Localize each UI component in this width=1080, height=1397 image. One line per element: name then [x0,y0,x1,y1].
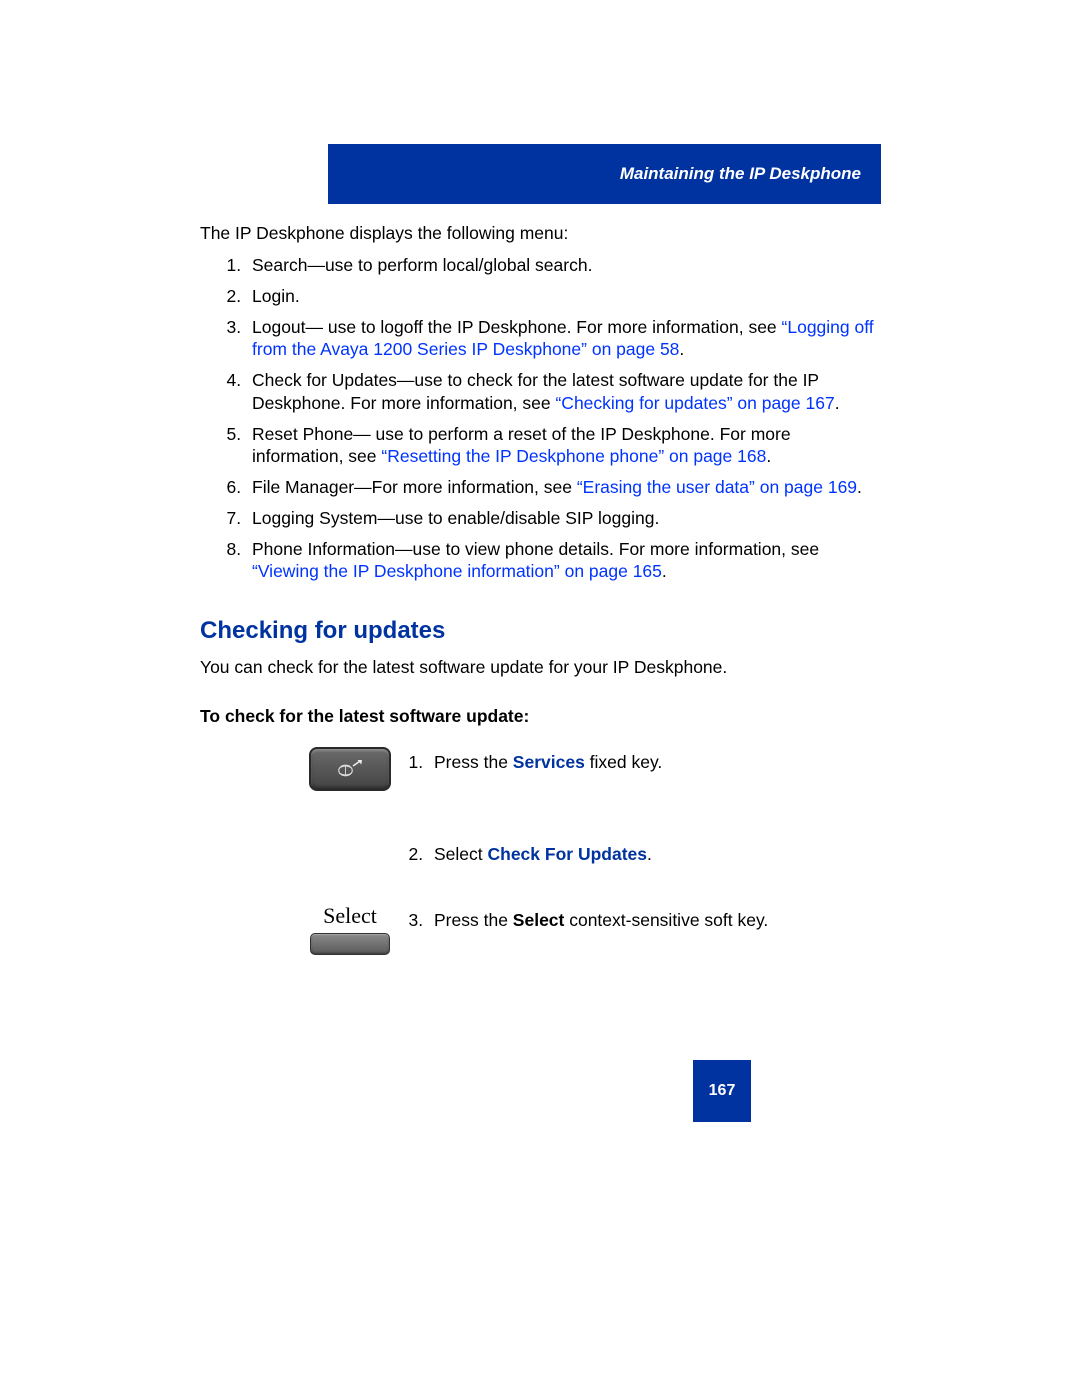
list-item: Search—use to perform local/global searc… [246,254,880,277]
item-text: Phone Information—use to view phone deta… [252,539,819,559]
globe-arrow-icon [335,758,365,780]
step-text-part: Press the [434,910,513,930]
select-softkey-icon [310,933,390,955]
step-text-part: context-sensitive soft key. [564,910,768,930]
item-text: Login. [252,286,300,306]
header-title: Maintaining the IP Deskphone [620,164,861,184]
item-text: . [835,393,840,413]
section-heading: Checking for updates [200,617,880,645]
step-row: Select Check For Updates. [200,843,880,867]
step-text: Press the Services fixed key. [400,751,880,775]
step-text-part: Select [434,844,488,864]
select-key-label: Select [323,903,377,929]
section-description: You can check for the latest software up… [200,657,880,678]
section-subheading: To check for the latest software update: [200,706,880,727]
menu-list: Search—use to perform local/global searc… [200,254,880,583]
list-item: Login. [246,285,880,308]
document-page: Maintaining the IP Deskphone The IP Desk… [0,0,1080,1397]
steps-area: Press the Services fixed key. Select Che… [200,751,880,955]
step-text-part: . [647,844,652,864]
item-text: File Manager—For more information, see [252,477,577,497]
step-list: Select Check For Updates. [400,843,880,867]
list-item: Reset Phone— use to perform a reset of t… [246,423,880,469]
services-key-icon [309,747,391,791]
header-bar: Maintaining the IP Deskphone [328,144,881,204]
step-list: Press the Select context-sensitive soft … [400,909,880,933]
item-text: . [857,477,862,497]
step-row: Select Press the Select context-sensitiv… [200,909,880,955]
step-item: Select Check For Updates. [428,843,880,867]
body-content: The IP Deskphone displays the following … [200,223,880,1007]
ui-term: Select [513,910,565,930]
cross-reference-link[interactable]: “Erasing the user data” on page 169 [577,477,857,497]
cross-reference-link[interactable]: “Checking for updates” on page 167 [555,393,834,413]
item-text: . [662,561,667,581]
item-text: Logging System—use to enable/disable SIP… [252,508,659,528]
item-text: Search—use to perform local/global searc… [252,255,592,275]
step-text-part: fixed key. [585,752,663,772]
page-number: 167 [709,1082,736,1100]
item-text: . [679,339,684,359]
list-item: Logging System—use to enable/disable SIP… [246,507,880,530]
list-item: File Manager—For more information, see “… [246,476,880,499]
list-item: Logout— use to logoff the IP Deskphone. … [246,316,880,362]
cross-reference-link[interactable]: “Viewing the IP Deskphone information” o… [252,561,662,581]
step-illustration [200,751,400,791]
select-key-group: Select [310,903,390,955]
ui-term: Check For Updates [488,844,647,864]
step-text: Select Check For Updates. [400,843,880,867]
step-row: Press the Services fixed key. [200,751,880,791]
page-number-tab: 167 [693,1060,751,1122]
step-illustration: Select [200,909,400,955]
step-list: Press the Services fixed key. [400,751,880,775]
item-text: . [766,446,771,466]
step-text-part: Press the [434,752,513,772]
step-text: Press the Select context-sensitive soft … [400,909,880,933]
list-item: Check for Updates—use to check for the l… [246,369,880,415]
step-item: Press the Services fixed key. [428,751,880,775]
item-text: Logout— use to logoff the IP Deskphone. … [252,317,782,337]
ui-term: Services [513,752,585,772]
cross-reference-link[interactable]: “Resetting the IP Deskphone phone” on pa… [381,446,766,466]
step-item: Press the Select context-sensitive soft … [428,909,880,933]
list-item: Phone Information—use to view phone deta… [246,538,880,584]
intro-text: The IP Deskphone displays the following … [200,223,880,244]
